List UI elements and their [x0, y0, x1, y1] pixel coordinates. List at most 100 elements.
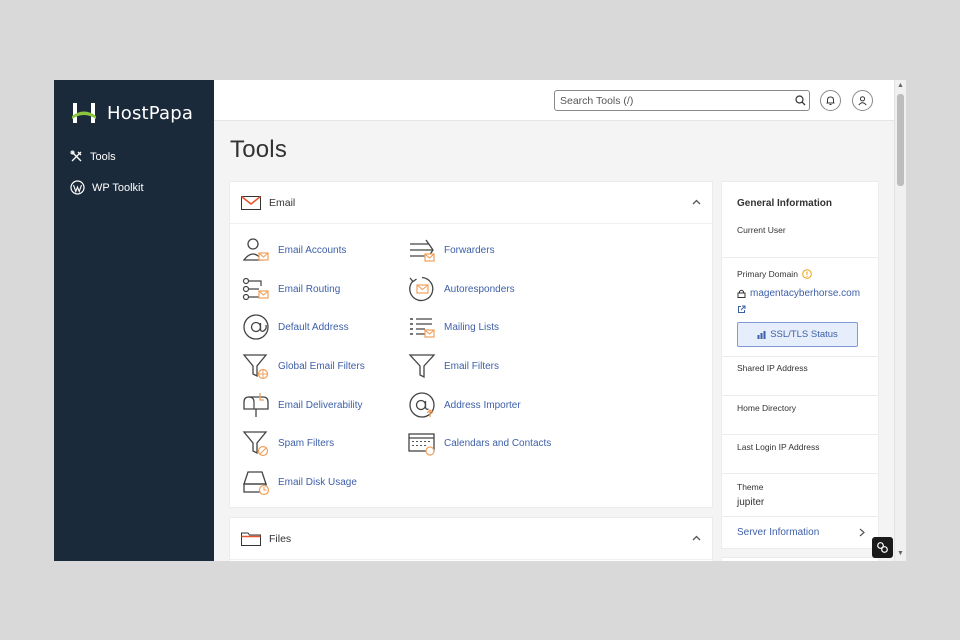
- files-section: Files: [229, 517, 713, 561]
- tool-label: Autoresponders: [444, 283, 515, 295]
- tool-email-accounts[interactable]: Email Accounts: [241, 235, 346, 265]
- search-icon[interactable]: [791, 95, 809, 106]
- default-address-icon: [243, 314, 269, 340]
- tool-default-address[interactable]: Default Address: [241, 312, 349, 342]
- notifications-button[interactable]: [820, 90, 841, 111]
- tool-forwarders[interactable]: Forwarders: [407, 235, 495, 265]
- mailing-lists-icon: [410, 318, 435, 338]
- tool-email-filters[interactable]: Email Filters: [407, 351, 499, 381]
- theme-label: Theme: [737, 482, 764, 492]
- folder-icon: [241, 532, 261, 546]
- tool-label: Forwarders: [444, 244, 495, 256]
- wordpress-icon: [70, 180, 85, 195]
- hostpapa-logo[interactable]: HostPapa: [71, 101, 193, 125]
- tool-global-email-filters[interactable]: Global Email Filters: [241, 351, 365, 381]
- email-section-title: Email: [269, 197, 296, 209]
- email-accounts-icon: [242, 238, 269, 261]
- email-routing-icon: [242, 277, 269, 301]
- tool-label: Address Importer: [444, 399, 521, 411]
- sidebar-item-wp-toolkit[interactable]: WP Toolkit: [70, 180, 144, 195]
- tool-email-deliverability[interactable]: Email Deliverability: [241, 390, 362, 420]
- primary-domain-link[interactable]: magentacyberhorse.com: [737, 288, 860, 299]
- primary-domain-label: Primary Domain: [737, 269, 798, 279]
- tools-icon: [70, 150, 82, 162]
- tool-label: Calendars and Contacts: [444, 437, 552, 449]
- last-login-ip-label: Last Login IP Address: [737, 442, 820, 452]
- email-section: Email Email Accounts Email Routing Defau…: [229, 181, 713, 508]
- tool-address-importer[interactable]: Address Importer: [407, 390, 521, 420]
- tool-label: Email Accounts: [278, 244, 347, 256]
- server-information-link[interactable]: Server Information: [737, 527, 865, 538]
- browser-window: HostPapa Tools WP Toolkit Search Tools (…: [54, 80, 906, 561]
- calendars-contacts-icon: [408, 433, 435, 456]
- assistant-button[interactable]: [872, 537, 893, 558]
- chevron-up-icon[interactable]: [692, 199, 701, 205]
- scroll-down-icon[interactable]: ▼: [897, 550, 904, 558]
- sidebar: HostPapa Tools WP Toolkit: [54, 80, 214, 561]
- theme-value: jupiter: [737, 497, 765, 508]
- tool-autoresponders[interactable]: Autoresponders: [407, 274, 515, 304]
- autoresponders-icon: [409, 276, 434, 302]
- chevron-right-icon: [859, 528, 865, 537]
- scroll-thumb[interactable]: [897, 94, 904, 186]
- user-icon: [858, 96, 867, 106]
- server-information-label: Server Information: [737, 527, 820, 538]
- tool-label: Email Routing: [278, 283, 341, 295]
- chevron-up-icon[interactable]: [692, 535, 701, 541]
- global-email-filters-icon: [242, 354, 269, 380]
- ssl-tls-status-button[interactable]: SSL/TLS Status: [737, 322, 858, 347]
- files-section-header[interactable]: Files: [230, 518, 712, 560]
- page-scrollbar[interactable]: ▲ ▼: [894, 80, 906, 561]
- tool-label: Default Address: [278, 321, 349, 333]
- page-title: Tools: [230, 136, 288, 163]
- tool-label: Global Email Filters: [278, 360, 365, 372]
- tool-email-routing[interactable]: Email Routing: [241, 274, 340, 304]
- warning-icon[interactable]: [802, 269, 812, 279]
- envelope-icon: [241, 196, 261, 210]
- divider: [722, 356, 878, 357]
- tool-mailing-lists[interactable]: Mailing Lists: [407, 312, 499, 342]
- search-input[interactable]: [555, 91, 791, 110]
- email-filters-icon: [408, 354, 436, 379]
- search-box[interactable]: [554, 90, 810, 111]
- divider: [722, 516, 878, 517]
- tool-spam-filters[interactable]: Spam Filters: [241, 428, 334, 458]
- spam-filters-icon: [242, 431, 269, 457]
- divider: [722, 395, 878, 396]
- ssl-button-label: SSL/TLS Status: [770, 329, 838, 340]
- email-deliverability-icon: [243, 393, 269, 417]
- tool-calendars-contacts[interactable]: Calendars and Contacts: [407, 428, 551, 458]
- tool-label: Spam Filters: [278, 437, 335, 449]
- current-user-label: Current User: [737, 225, 786, 235]
- top-header: [214, 80, 894, 121]
- tool-label: Email Deliverability: [278, 399, 363, 411]
- general-information-panel: General Information Current User Primary…: [721, 181, 879, 549]
- bell-icon: [826, 96, 835, 105]
- link-icon: [877, 542, 888, 553]
- files-section-title: Files: [269, 533, 292, 545]
- primary-domain-row: Primary Domain: [737, 269, 812, 279]
- address-importer-icon: [409, 392, 435, 418]
- forwarders-icon: [410, 239, 435, 262]
- tool-label: Email Filters: [444, 360, 500, 372]
- sidebar-item-label: WP Toolkit: [92, 181, 144, 194]
- next-panel-edge: [721, 557, 879, 561]
- external-link-icon[interactable]: [737, 305, 746, 314]
- divider: [722, 434, 878, 435]
- lock-icon: [737, 289, 746, 298]
- email-section-header[interactable]: Email: [230, 182, 712, 224]
- primary-domain-value: magentacyberhorse.com: [750, 288, 861, 299]
- scroll-up-icon[interactable]: ▲: [897, 82, 904, 90]
- divider: [722, 473, 878, 474]
- home-directory-label: Home Directory: [737, 403, 797, 413]
- bar-chart-icon: [757, 330, 766, 339]
- shared-ip-label: Shared IP Address: [737, 363, 808, 373]
- hostpapa-logo-icon: [72, 103, 96, 123]
- general-info-title: General Information: [737, 198, 833, 209]
- sidebar-item-tools[interactable]: Tools: [70, 150, 116, 163]
- tool-label: Email Disk Usage: [278, 476, 357, 488]
- tool-email-disk-usage[interactable]: Email Disk Usage: [241, 467, 357, 497]
- sidebar-item-label: Tools: [90, 150, 116, 163]
- email-disk-usage-icon: [243, 471, 270, 496]
- user-menu-button[interactable]: [852, 90, 873, 111]
